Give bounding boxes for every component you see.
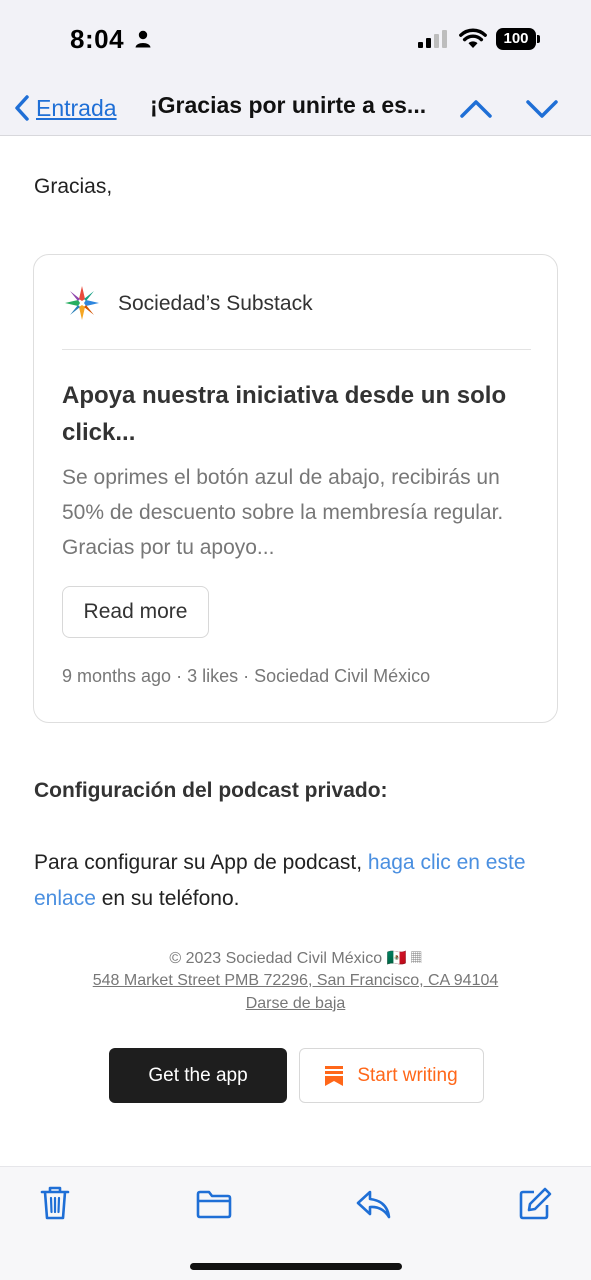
status-bar: 8:04 100 [0, 0, 591, 80]
footer-unsubscribe: Darse de baja [0, 995, 591, 1013]
start-writing-button[interactable]: Start writing [299, 1048, 484, 1103]
start-writing-label: Start writing [357, 1064, 458, 1086]
status-time: 8:04 [70, 24, 125, 54]
publication-logo-icon [65, 286, 99, 320]
folder-icon[interactable] [196, 1189, 232, 1219]
person-icon [135, 30, 151, 48]
back-button-label: Entrada [36, 94, 117, 121]
wifi-icon [459, 28, 487, 48]
publication-name: Sociedad’s Substack [118, 292, 313, 315]
unsubscribe-link[interactable]: Darse de baja [246, 995, 346, 1012]
get-the-app-button[interactable]: Get the app [109, 1048, 287, 1103]
chevron-up-icon[interactable] [458, 90, 494, 126]
address-link[interactable]: 548 Market Street PMB 72296, San Francis… [93, 972, 499, 989]
post-card[interactable]: Sociedad’s Substack Apoya nuestra inicia… [33, 254, 558, 723]
podcast-text-after: en su teléfono. [95, 887, 240, 910]
reply-icon[interactable] [356, 1189, 392, 1221]
compose-icon[interactable] [518, 1187, 552, 1221]
chevron-down-icon[interactable] [524, 90, 560, 126]
back-button[interactable]: Entrada [14, 88, 117, 128]
battery-icon: 100 [496, 28, 540, 50]
post-meta: 9 months ago · 3 likes · Sociedad Civil … [62, 666, 431, 686]
greeting-text: Gracias, [34, 175, 113, 198]
trash-icon[interactable] [40, 1185, 70, 1221]
message-subject: ¡Gracias por unirte a es... [150, 92, 427, 118]
podcast-heading: Configuración del podcast privado: [34, 779, 388, 802]
read-more-button[interactable]: Read more [62, 586, 209, 638]
footer-address: 548 Market Street PMB 72296, San Francis… [0, 972, 591, 990]
bookmark-stack-icon [325, 1065, 344, 1086]
card-divider [62, 349, 531, 350]
podcast-instructions: Para configurar su App de podcast, haga … [34, 845, 554, 917]
post-excerpt: Se oprimes el botón azul de abajo, recib… [62, 466, 504, 559]
mail-nav-bar: Entrada ¡Gracias por unirte a es... [0, 80, 591, 136]
podcast-text-before: Para configurar su App de podcast, [34, 851, 368, 874]
post-title[interactable]: Apoya nuestra iniciativa desde un solo c… [62, 377, 532, 451]
chevron-left-icon [15, 95, 29, 121]
signal-icon [418, 30, 447, 48]
footer-copyright: © 2023 Sociedad Civil México 🇲🇽 𝄜 [169, 950, 422, 967]
home-indicator [190, 1263, 402, 1270]
